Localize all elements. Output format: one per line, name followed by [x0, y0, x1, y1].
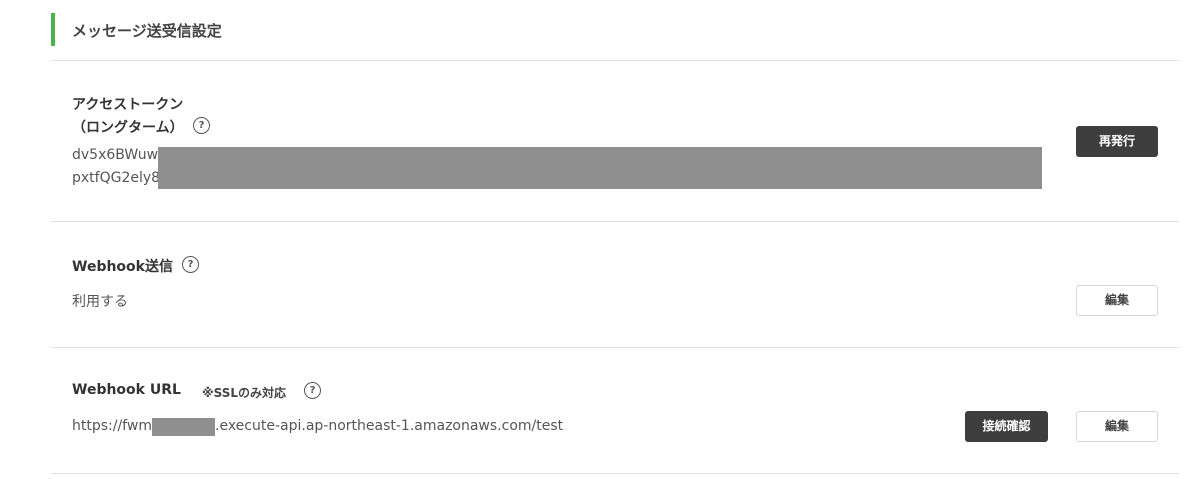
section-header: メッセージ送受信設定 [51, 13, 351, 46]
redaction-block [152, 418, 215, 436]
divider [51, 347, 1179, 348]
divider [51, 60, 1179, 61]
help-icon[interactable]: ? [304, 382, 321, 399]
access-token-value-line2: pxtfQG2ely8 [72, 170, 161, 186]
divider [51, 221, 1179, 222]
help-icon[interactable]: ? [193, 117, 210, 134]
ssl-only-note: ※SSLのみ対応 [202, 386, 287, 400]
help-icon[interactable]: ? [182, 256, 199, 273]
webhook-url-label: Webhook URL [72, 382, 181, 398]
access-token-label-suffix: （ロングターム） [72, 120, 184, 136]
access-token-value-line1: dv5x6BWuw [72, 147, 159, 163]
access-token-label: アクセストークン [72, 97, 184, 113]
section-title: メッセージ送受信設定 [72, 22, 222, 40]
edit-webhook-send-button[interactable]: 編集 [1076, 285, 1158, 316]
webhook-url-value-prefix: https://fwm [72, 418, 152, 434]
redaction-block [158, 147, 1042, 189]
webhook-send-label: Webhook送信 [72, 259, 173, 275]
connection-test-button[interactable]: 接続確認 [965, 411, 1048, 442]
section-accent-bar [51, 13, 55, 46]
edit-webhook-url-button[interactable]: 編集 [1076, 411, 1158, 442]
reissue-button[interactable]: 再発行 [1076, 126, 1158, 157]
webhook-url-value-suffix: .execute-api.ap-northeast-1.amazonaws.co… [215, 418, 564, 434]
webhook-send-value: 利用する [72, 294, 128, 310]
divider [51, 473, 1179, 474]
